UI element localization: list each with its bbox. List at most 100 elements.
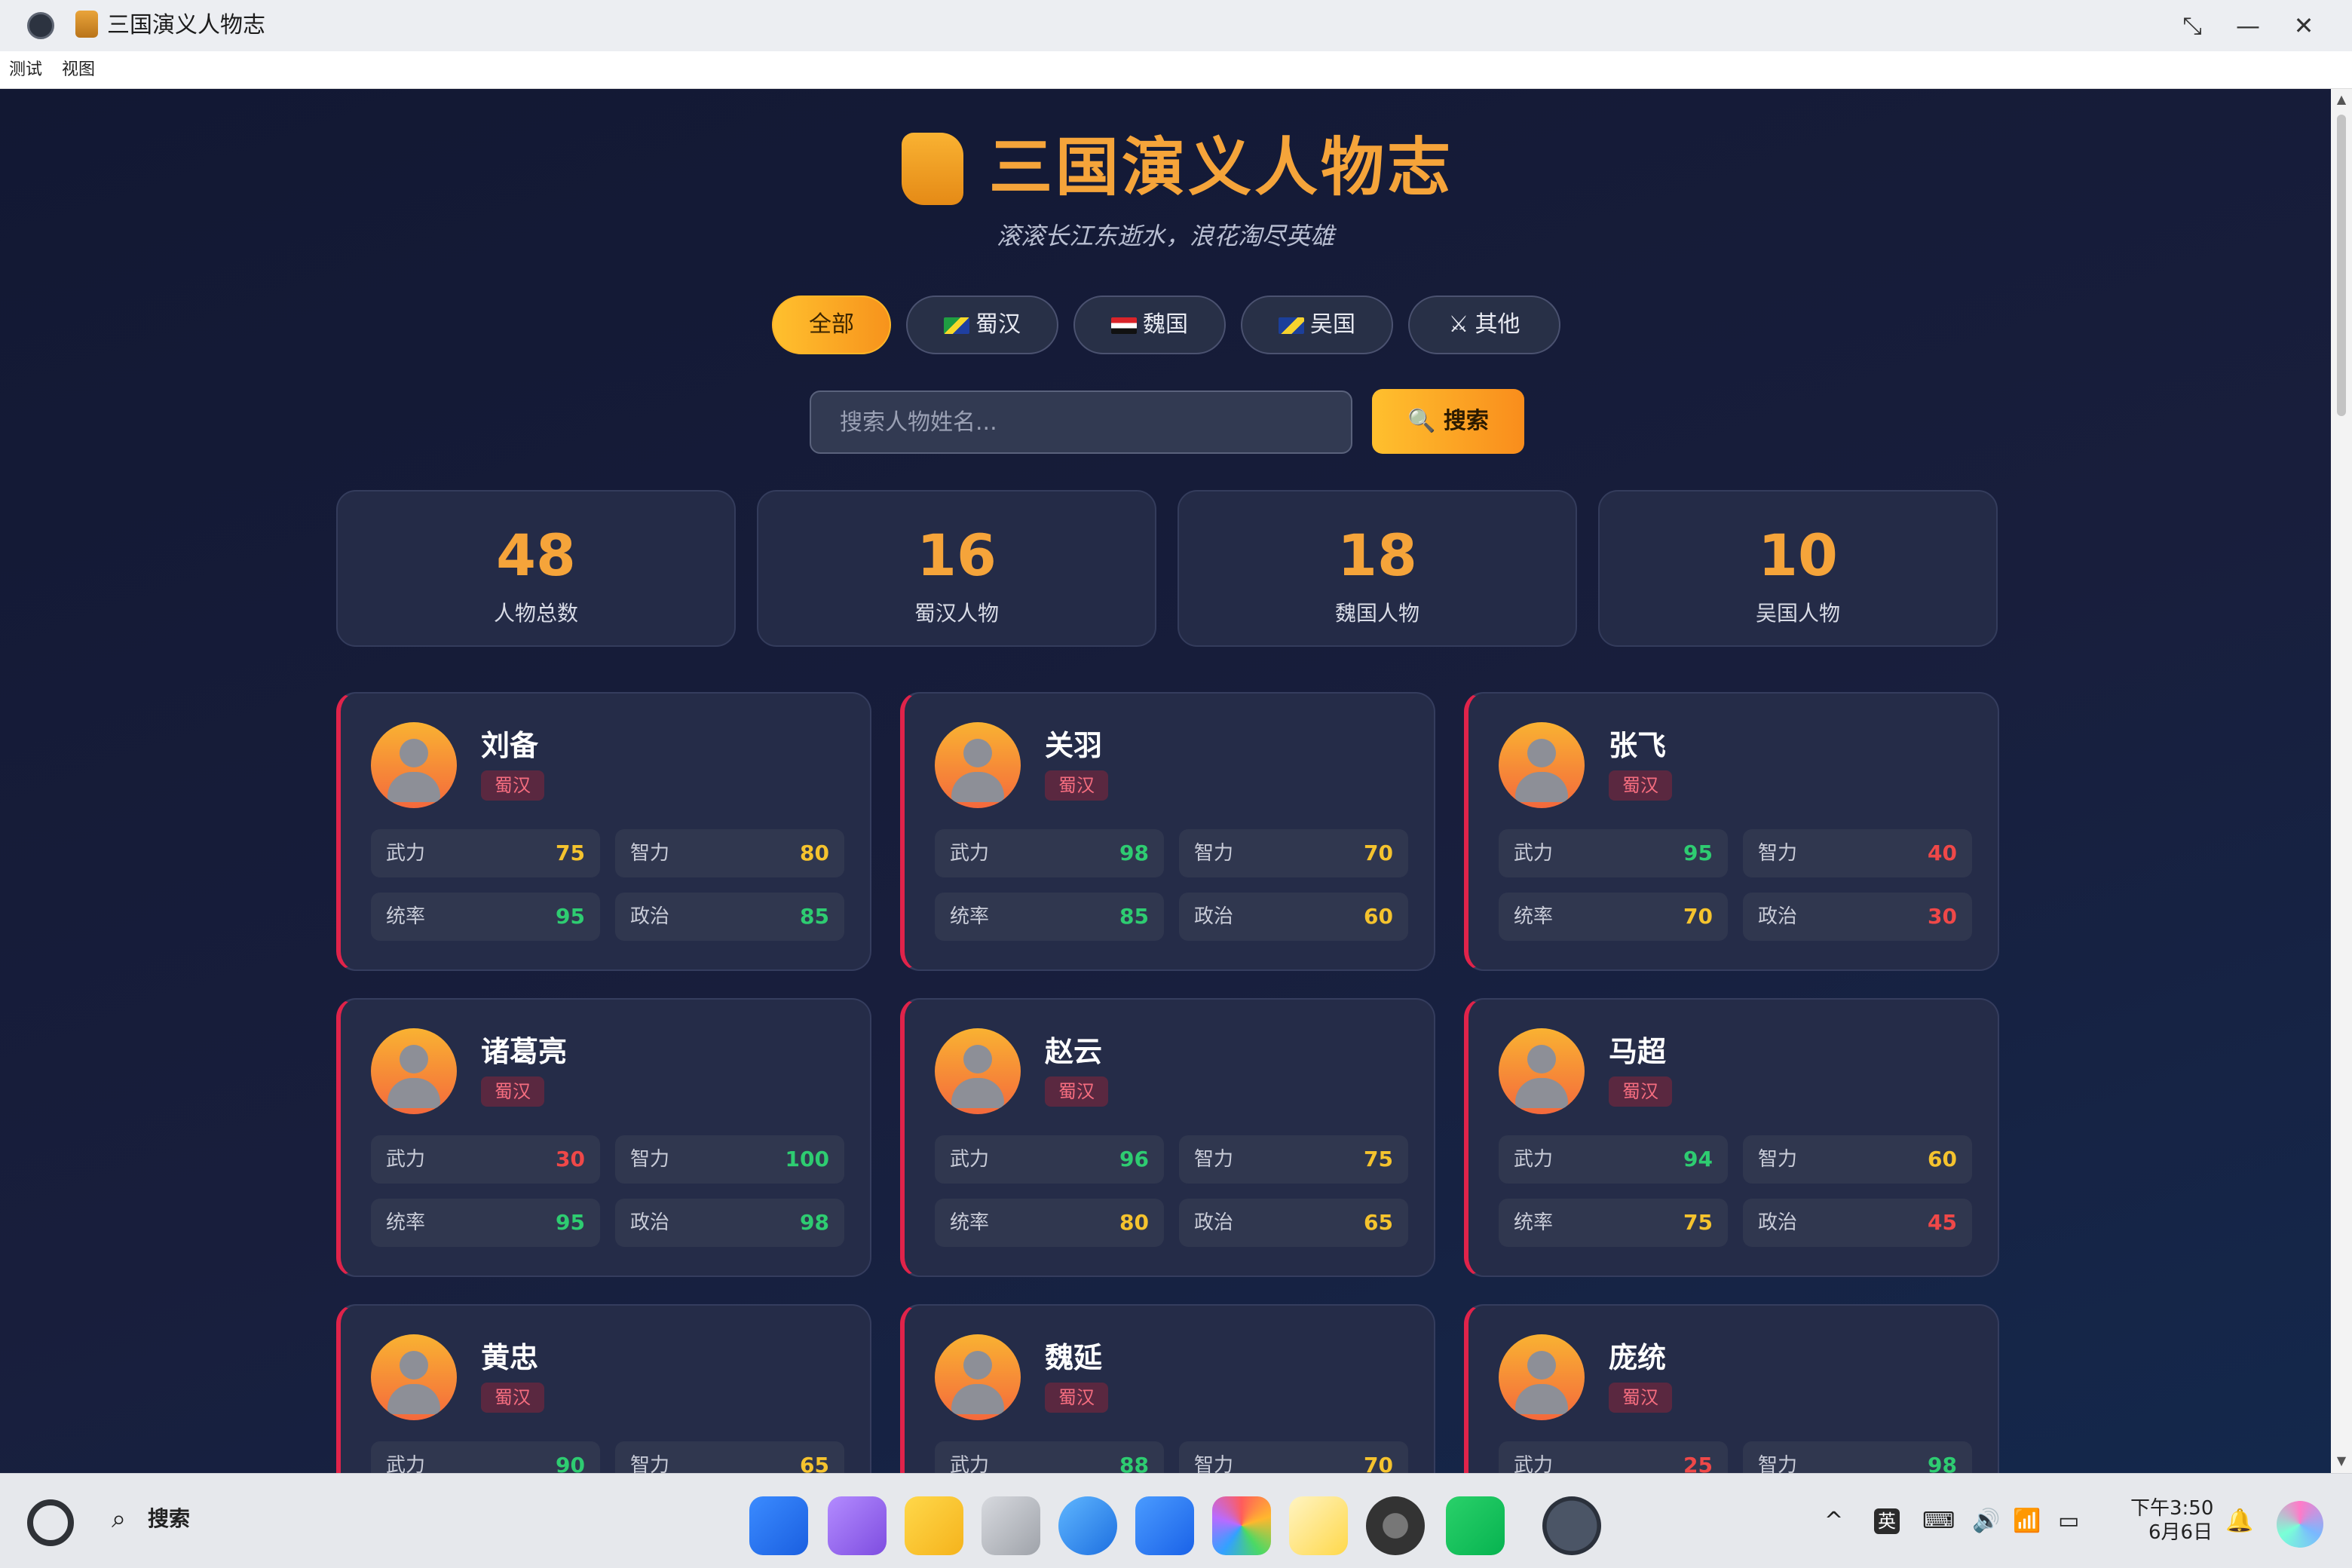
scroll-icon: [75, 11, 98, 38]
clock-date[interactable]: 6月6日: [2148, 1521, 2213, 1545]
avatar-icon: [371, 722, 457, 808]
menu-view[interactable]: 视图: [62, 57, 95, 83]
search-input[interactable]: [810, 390, 1352, 454]
faction-badge: 蜀汉: [1609, 1076, 1672, 1107]
scroll-up-icon[interactable]: ▲: [2335, 93, 2347, 106]
scrollbar-thumb[interactable]: [2337, 115, 2346, 416]
restore-icon[interactable]: ⤡: [2170, 8, 2215, 44]
assistant-icon[interactable]: [2277, 1501, 2323, 1548]
stat-lead: 统率 80: [935, 1199, 1164, 1247]
stat-force: 武力 25: [1499, 1441, 1728, 1473]
stat-force: 武力 75: [371, 829, 600, 877]
stat-label: 武力: [386, 1454, 426, 1473]
electron-app-icon[interactable]: [1542, 1496, 1601, 1555]
battery-icon[interactable]: ▭: [2058, 1502, 2079, 1540]
search-button[interactable]: 🔍 搜索: [1372, 389, 1524, 454]
character-card[interactable]: 庞统 蜀汉 武力 25 智力 98: [1464, 1304, 1999, 1473]
menu-test[interactable]: 测试: [9, 57, 42, 83]
faction-badge: 蜀汉: [1045, 1383, 1108, 1413]
filter-shu-button[interactable]: 蜀汉: [906, 296, 1058, 354]
stat-card-total: 48 人物总数: [336, 490, 736, 647]
stat-label: 统率: [1514, 905, 1554, 928]
stat-lead: 统率 75: [1499, 1199, 1728, 1247]
notes-icon[interactable]: [1289, 1496, 1348, 1555]
stat-label: 政治: [1194, 905, 1234, 928]
browser-icon[interactable]: [1058, 1496, 1117, 1555]
character-card[interactable]: 诸葛亮 蜀汉 武力 30 智力 100 统率 95 政治 98: [336, 998, 871, 1277]
stat-label: 政治: [1758, 905, 1798, 928]
taskbar-search-label[interactable]: 搜索: [148, 1504, 190, 1534]
minimize-icon[interactable]: —: [2225, 8, 2271, 44]
filter-wu-button[interactable]: 吴国: [1241, 296, 1393, 354]
volume-icon[interactable]: 🔊: [1972, 1502, 2000, 1540]
character-card[interactable]: 刘备 蜀汉 武力 75 智力 80 统率 95 政治 85: [336, 692, 871, 971]
stat-value: 95: [556, 904, 585, 929]
stat-lead: 统率 85: [935, 893, 1164, 941]
stat-intel: 智力 70: [1179, 829, 1408, 877]
ime-indicator[interactable]: 英: [1874, 1508, 1900, 1534]
search-icon[interactable]: ⌕: [112, 1505, 139, 1533]
stat-card-wu: 10 吴国人物: [1598, 490, 1998, 647]
bell-icon[interactable]: 🔔: [2225, 1502, 2253, 1540]
stat-value: 80: [1119, 1210, 1149, 1235]
character-card[interactable]: 赵云 蜀汉 武力 96 智力 75 统率 80 政治 65: [900, 998, 1435, 1277]
stat-label: 智力: [1194, 1148, 1234, 1171]
flag-icon: [1111, 317, 1137, 334]
character-card[interactable]: 张飞 蜀汉 武力 95 智力 40 统率 70 政治 30: [1464, 692, 1999, 971]
stat-value: 48: [496, 522, 576, 589]
character-card[interactable]: 关羽 蜀汉 武力 98 智力 70 统率 85 政治 60: [900, 692, 1435, 971]
stat-value: 100: [785, 1147, 829, 1171]
stat-lead: 统率 95: [371, 893, 600, 941]
page-subtitle: 滚滚长江东逝水，浪花淘尽英雄: [996, 222, 1334, 250]
wechat-icon[interactable]: [1446, 1496, 1505, 1555]
filter-label: 其他: [1475, 311, 1521, 338]
stat-force: 武力 98: [935, 829, 1164, 877]
close-icon[interactable]: ✕: [2281, 8, 2326, 44]
clock-time[interactable]: 下午3:50: [2130, 1496, 2213, 1521]
character-name: 张飞: [1609, 729, 1667, 762]
filter-label: 魏国: [1143, 311, 1188, 338]
stat-label: 政治: [630, 1211, 670, 1234]
search-button-label: 搜索: [1443, 408, 1489, 434]
stat-label: 武力: [950, 842, 990, 865]
character-card[interactable]: 黄忠 蜀汉 武力 90 智力 65: [336, 1304, 871, 1473]
settings-icon[interactable]: [1366, 1496, 1425, 1555]
multitask-icon[interactable]: [828, 1496, 887, 1555]
stat-label: 武力: [1514, 1454, 1554, 1473]
faction-badge: 蜀汉: [481, 1076, 544, 1107]
folder-icon[interactable]: [905, 1496, 963, 1555]
filter-wei-button[interactable]: 魏国: [1073, 296, 1226, 354]
faction-badge: 蜀汉: [481, 770, 544, 801]
vertical-scrollbar[interactable]: ▲ ▼: [2331, 89, 2352, 1473]
stat-label: 统率: [386, 905, 426, 928]
stat-intel: 智力 98: [1743, 1441, 1972, 1473]
stat-label: 武力: [1514, 1148, 1554, 1171]
stat-value: 85: [1119, 904, 1149, 929]
filter-all-button[interactable]: 全部: [772, 296, 891, 354]
mail-icon[interactable]: [1135, 1496, 1194, 1555]
stat-value: 70: [1364, 1453, 1393, 1473]
character-name: 刘备: [481, 729, 539, 762]
avatar-icon: [1499, 722, 1585, 808]
stat-value: 70: [1683, 904, 1713, 929]
character-card[interactable]: 魏延 蜀汉 武力 88 智力 70: [900, 1304, 1435, 1473]
chevron-up-icon[interactable]: ^: [1824, 1502, 1843, 1540]
keyboard-icon[interactable]: ⌨: [1922, 1502, 1955, 1540]
filter-other-button[interactable]: ⚔ 其他: [1408, 296, 1560, 354]
stat-label: 统率: [1514, 1211, 1554, 1234]
app-grid-icon[interactable]: [749, 1496, 808, 1555]
start-icon[interactable]: [27, 1499, 74, 1546]
stat-label: 统率: [386, 1211, 426, 1234]
crossed-swords-icon: ⚔: [1448, 311, 1469, 338]
stat-label: 政治: [1758, 1211, 1798, 1234]
stat-label: 武力: [1514, 842, 1554, 865]
trash-icon[interactable]: [982, 1496, 1040, 1555]
wifi-icon[interactable]: 📶: [2013, 1502, 2041, 1540]
character-card[interactable]: 马超 蜀汉 武力 94 智力 60 统率 75 政治 45: [1464, 998, 1999, 1277]
scroll-down-icon[interactable]: ▼: [2335, 1455, 2347, 1467]
stat-value: 60: [1928, 1147, 1957, 1171]
avatar-icon: [935, 722, 1021, 808]
photos-icon[interactable]: [1212, 1496, 1271, 1555]
stat-label: 武力: [950, 1454, 990, 1473]
stat-card-wei: 18 魏国人物: [1178, 490, 1577, 647]
